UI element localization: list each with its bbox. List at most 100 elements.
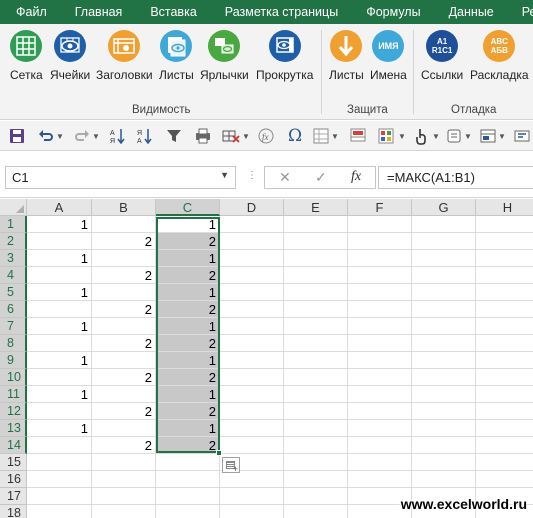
cell-a3[interactable]: 1 [27, 250, 92, 267]
cell-c1[interactable]: 1 [156, 216, 220, 233]
column-header-f[interactable]: F [348, 199, 412, 216]
cell-a1[interactable]: 1 [27, 216, 92, 233]
cell-a5[interactable]: 1 [27, 284, 92, 301]
cell-e16[interactable] [284, 471, 348, 488]
cell-b14[interactable]: 2 [92, 437, 156, 454]
cell-b2[interactable]: 2 [92, 233, 156, 250]
cell-a10[interactable] [27, 369, 92, 386]
cell-d3[interactable] [220, 250, 284, 267]
cell-b8[interactable]: 2 [92, 335, 156, 352]
cell-a2[interactable] [27, 233, 92, 250]
cell-c15[interactable] [156, 454, 220, 471]
cell-c12[interactable]: 2 [156, 403, 220, 420]
cell-g14[interactable] [412, 437, 476, 454]
ribbon-button-sheets[interactable]: Листы [159, 30, 194, 82]
cell-c5[interactable]: 1 [156, 284, 220, 301]
ribbon-button-scroll[interactable]: Прокрутка [256, 30, 313, 82]
cell-a9[interactable]: 1 [27, 352, 92, 369]
ribbon-button-references[interactable]: A1 R1C1 Ссылки [421, 30, 463, 82]
cell-f13[interactable] [348, 420, 412, 437]
cell-g12[interactable] [412, 403, 476, 420]
cell-c17[interactable] [156, 488, 220, 505]
cell-e13[interactable] [284, 420, 348, 437]
ribbon-button-headers[interactable]: Заголовки [96, 30, 153, 82]
row-header-7[interactable]: 7 [0, 318, 27, 335]
cell-b12[interactable]: 2 [92, 403, 156, 420]
cell-h6[interactable] [476, 301, 533, 318]
cell-h15[interactable] [476, 454, 533, 471]
row-header-5[interactable]: 5 [0, 284, 27, 301]
cell-d2[interactable] [220, 233, 284, 250]
column-header-c[interactable]: C [156, 199, 220, 216]
cell-g10[interactable] [412, 369, 476, 386]
column-header-h[interactable]: H [476, 199, 533, 216]
cell-d11[interactable] [220, 386, 284, 403]
row-header-3[interactable]: 3 [0, 250, 27, 267]
row-header-9[interactable]: 9 [0, 352, 27, 369]
cell-d18[interactable] [220, 505, 284, 518]
cell-f15[interactable] [348, 454, 412, 471]
cell-h12[interactable] [476, 403, 533, 420]
cell-g6[interactable] [412, 301, 476, 318]
cell-d14[interactable] [220, 437, 284, 454]
cell-c3[interactable]: 1 [156, 250, 220, 267]
clear-format-icon[interactable]: ▼ [222, 127, 250, 145]
cell-e10[interactable] [284, 369, 348, 386]
cell-f9[interactable] [348, 352, 412, 369]
row-header-16[interactable]: 16 [0, 471, 27, 488]
cell-a12[interactable] [27, 403, 92, 420]
redo-icon[interactable]: ▼ [74, 127, 100, 145]
cell-c8[interactable]: 2 [156, 335, 220, 352]
confirm-icon[interactable]: ✓ [315, 169, 327, 186]
resize-handle-icon[interactable]: ⋮ [247, 170, 257, 181]
save-icon[interactable] [9, 127, 25, 145]
sort-az-icon[interactable]: AЯ [110, 127, 126, 145]
cell-c7[interactable]: 1 [156, 318, 220, 335]
column-header-e[interactable]: E [284, 199, 348, 216]
formula-input[interactable]: =МАКС(A1:B1) [378, 166, 533, 189]
cell-c16[interactable] [156, 471, 220, 488]
cell-e15[interactable] [284, 454, 348, 471]
cell-d6[interactable] [220, 301, 284, 318]
cell-e5[interactable] [284, 284, 348, 301]
cell-b11[interactable] [92, 386, 156, 403]
cell-e2[interactable] [284, 233, 348, 250]
customize-toolbar-icon[interactable] [514, 127, 530, 145]
print-preview-icon[interactable] [194, 127, 212, 145]
tab-home[interactable]: Главная [61, 0, 137, 24]
sort-za-icon[interactable]: ЯA [137, 127, 153, 145]
cell-b7[interactable] [92, 318, 156, 335]
cell-h1[interactable] [476, 216, 533, 233]
cell-g16[interactable] [412, 471, 476, 488]
cell-h14[interactable] [476, 437, 533, 454]
cell-e14[interactable] [284, 437, 348, 454]
cell-g5[interactable] [412, 284, 476, 301]
cell-b4[interactable]: 2 [92, 267, 156, 284]
cell-d1[interactable] [220, 216, 284, 233]
cell-c9[interactable]: 1 [156, 352, 220, 369]
cell-g4[interactable] [412, 267, 476, 284]
tab-data[interactable]: Данные [435, 0, 508, 24]
cell-b17[interactable] [92, 488, 156, 505]
cell-a14[interactable] [27, 437, 92, 454]
cell-d4[interactable] [220, 267, 284, 284]
cell-f3[interactable] [348, 250, 412, 267]
touch-mode-icon[interactable]: ▼ [414, 127, 440, 145]
cell-e8[interactable] [284, 335, 348, 352]
filter-icon[interactable] [166, 127, 182, 145]
cell-f14[interactable] [348, 437, 412, 454]
row-header-17[interactable]: 17 [0, 488, 27, 505]
cell-a8[interactable] [27, 335, 92, 352]
cell-g15[interactable] [412, 454, 476, 471]
cell-h5[interactable] [476, 284, 533, 301]
undo-icon[interactable]: ▼ [38, 127, 64, 145]
format-icon[interactable]: ▼ [313, 127, 339, 145]
row-header-12[interactable]: 12 [0, 403, 27, 420]
cell-a4[interactable] [27, 267, 92, 284]
quick-analysis-icon[interactable] [222, 457, 240, 474]
row-header-13[interactable]: 13 [0, 420, 27, 437]
ribbon-button-tabs[interactable]: Ярлычки [200, 30, 249, 82]
cell-d12[interactable] [220, 403, 284, 420]
row-header-14[interactable]: 14 [0, 437, 27, 454]
conditional-format-icon[interactable]: ▼ [378, 127, 406, 145]
